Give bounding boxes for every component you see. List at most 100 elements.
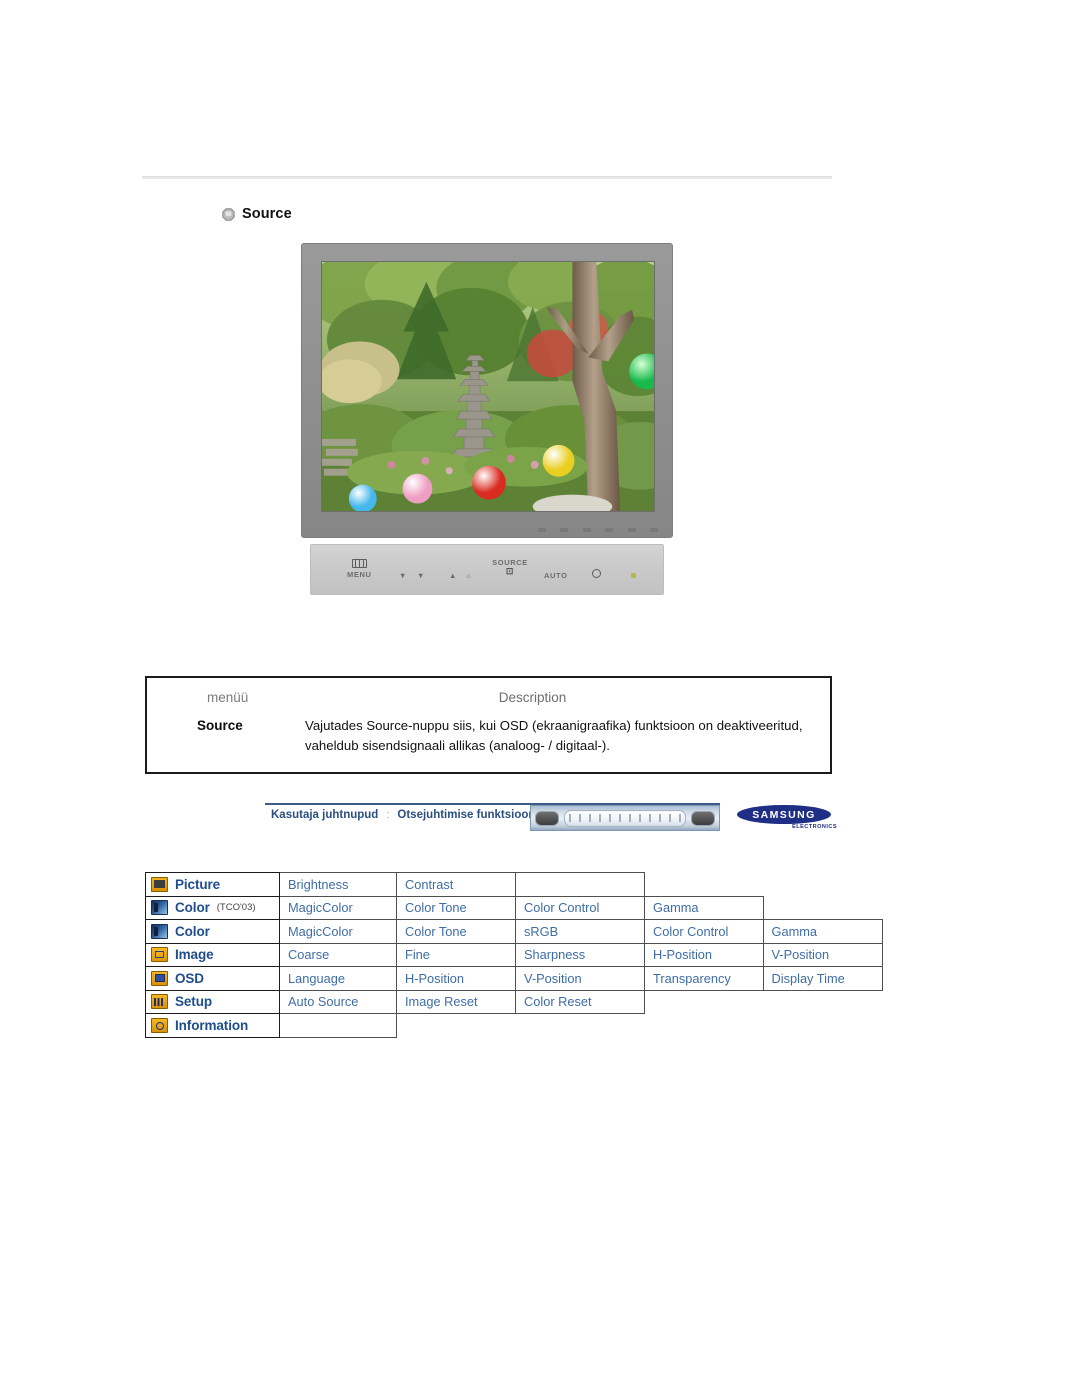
up-button[interactable]: ▲	[449, 571, 457, 580]
menu-item[interactable]: Gamma	[644, 895, 764, 920]
breadcrumb-navbar: Kasutaja juhtnupud : Otsejuhtimise funkt…	[265, 803, 845, 835]
menu-item-blank	[515, 872, 645, 897]
menu-item[interactable]: Color Tone	[396, 895, 516, 920]
breadcrumb-separator: :	[386, 809, 390, 821]
samsung-logo: SAMSUNG ELECTRONICS	[733, 803, 845, 833]
breadcrumb-item-direct-functions[interactable]: Otsejuhtimise funktsioonid	[397, 809, 545, 821]
menu-item[interactable]: Language	[279, 966, 397, 991]
down-arrow-icon: ▼	[399, 571, 408, 580]
source-description-table: menüü Description Source Vajutades Sourc…	[145, 676, 832, 774]
osd-icon	[151, 970, 168, 986]
picture-icon	[151, 876, 168, 892]
table-row: Color MagicColor Color Tone sRGB Color C…	[145, 919, 883, 944]
breadcrumb-item-user-controls[interactable]: Kasutaja juhtnupud	[271, 809, 378, 821]
row-menu-name: Source	[197, 718, 243, 733]
power-led-indicator	[631, 573, 636, 578]
samsung-sublabel: ELECTRONICS	[792, 824, 837, 830]
section-heading: Source	[222, 206, 292, 222]
breadcrumb: Kasutaja juhtnupud : Otsejuhtimise funkt…	[271, 809, 546, 821]
up-arrow-icon: ▲	[449, 571, 458, 580]
row-description-text: Vajutades Source-nuppu siis, kui OSD (ek…	[305, 718, 803, 753]
menu-category-information[interactable]: Information	[145, 1013, 280, 1038]
color-icon	[151, 923, 168, 939]
table-row: Information	[145, 1013, 883, 1038]
spacer-cell	[645, 990, 764, 1014]
menu-button[interactable]: MENU	[347, 559, 371, 579]
menu-category-picture[interactable]: Picture	[145, 872, 280, 897]
menu-category-color-tco[interactable]: Color (TCO'03)	[145, 895, 280, 920]
power-icon	[592, 569, 601, 578]
menu-item[interactable]: V-Position	[762, 942, 883, 967]
menu-item[interactable]: Auto Source	[279, 989, 397, 1014]
spacer-cell	[763, 896, 882, 920]
down-button-2[interactable]: ▼	[417, 571, 425, 580]
image-icon	[151, 947, 168, 963]
bezel-indicator-marks	[538, 520, 658, 532]
menu-item[interactable]: Sharpness	[515, 942, 645, 967]
spacer-cell	[516, 1014, 645, 1038]
menu-item[interactable]: Image Reset	[396, 989, 516, 1014]
setup-icon	[151, 994, 168, 1010]
source-enter-icon: ⊡	[505, 566, 515, 576]
auto-button[interactable]: AUTO	[544, 571, 568, 580]
menu-item[interactable]: V-Position	[515, 966, 645, 991]
monitor-screen	[321, 261, 655, 512]
spacer-cell	[645, 1014, 764, 1038]
menu-item[interactable]: Contrast	[396, 872, 516, 897]
menu-item[interactable]: Color Control	[644, 919, 764, 944]
menu-item[interactable]: Fine	[396, 942, 516, 967]
monitor-bezel	[301, 243, 673, 538]
power-button[interactable]	[592, 569, 601, 580]
menu-item[interactable]: Color Tone	[396, 919, 516, 944]
spacer-cell	[763, 873, 882, 897]
menu-icon	[351, 559, 367, 568]
nav-track[interactable]	[564, 809, 686, 827]
color-icon	[151, 900, 168, 916]
menu-item[interactable]: Color Control	[515, 895, 645, 920]
menu-category-color[interactable]: Color	[145, 919, 280, 944]
nav-prev-button[interactable]	[535, 810, 559, 826]
menu-item[interactable]: MagicColor	[279, 919, 397, 944]
table-row: Source Vajutades Source-nuppu siis, kui …	[147, 712, 830, 772]
octagon-bullet-icon	[222, 207, 235, 221]
garden-photo	[322, 262, 654, 511]
menu-item[interactable]: H-Position	[644, 942, 764, 967]
spacer-cell	[763, 990, 882, 1014]
table-row: Picture Brightness Contrast	[145, 872, 883, 897]
menu-item[interactable]: H-Position	[396, 966, 516, 991]
menu-item[interactable]: Display Time	[762, 966, 883, 991]
information-icon	[151, 1017, 168, 1033]
down-button[interactable]: ▼	[399, 571, 407, 580]
spacer-cell	[397, 1014, 516, 1038]
nav-next-button[interactable]	[691, 810, 715, 826]
menu-item[interactable]: Gamma	[762, 919, 883, 944]
menu-item[interactable]: sRGB	[515, 919, 645, 944]
menu-item[interactable]: Color Reset	[515, 989, 645, 1014]
spacer-cell	[645, 873, 764, 897]
brightness-button[interactable]: ☼	[465, 571, 472, 580]
menu-category-osd[interactable]: OSD	[145, 966, 280, 991]
menu-category-setup[interactable]: Setup	[145, 989, 280, 1014]
header-description: Description	[498, 690, 567, 705]
menu-item-blank	[279, 1013, 397, 1038]
nav-scroll-widget[interactable]	[530, 805, 720, 831]
menu-item[interactable]: Brightness	[279, 872, 397, 897]
down-arrow-icon-2: ▼	[417, 571, 426, 580]
menu-item[interactable]: MagicColor	[279, 895, 397, 920]
monitor-control-panel: MENU ▼ ▼ ▲ ☼ SOURCE ⊡ AUTO	[310, 544, 664, 595]
table-row: OSD Language H-Position V-Position Trans…	[145, 966, 883, 991]
brightness-icon: ☼	[465, 571, 473, 580]
samsung-wordmark: SAMSUNG	[737, 805, 831, 824]
page-divider	[142, 176, 832, 179]
menu-item[interactable]: Coarse	[279, 942, 397, 967]
page-title: Source	[242, 206, 292, 222]
source-button[interactable]: SOURCE ⊡	[486, 558, 534, 577]
table-row: Image Coarse Fine Sharpness H-Position V…	[145, 942, 883, 967]
table-header-row: menüü Description	[147, 678, 830, 712]
monitor-illustration: MENU ▼ ▼ ▲ ☼ SOURCE ⊡ AUTO	[301, 243, 673, 595]
osd-menu-map-table: Picture Brightness Contrast Color (TCO'0…	[145, 872, 883, 1038]
spacer-cell	[763, 1014, 882, 1038]
menu-category-image[interactable]: Image	[145, 942, 280, 967]
menu-item[interactable]: Transparency	[644, 966, 764, 991]
table-row: Color (TCO'03) MagicColor Color Tone Col…	[145, 895, 883, 920]
